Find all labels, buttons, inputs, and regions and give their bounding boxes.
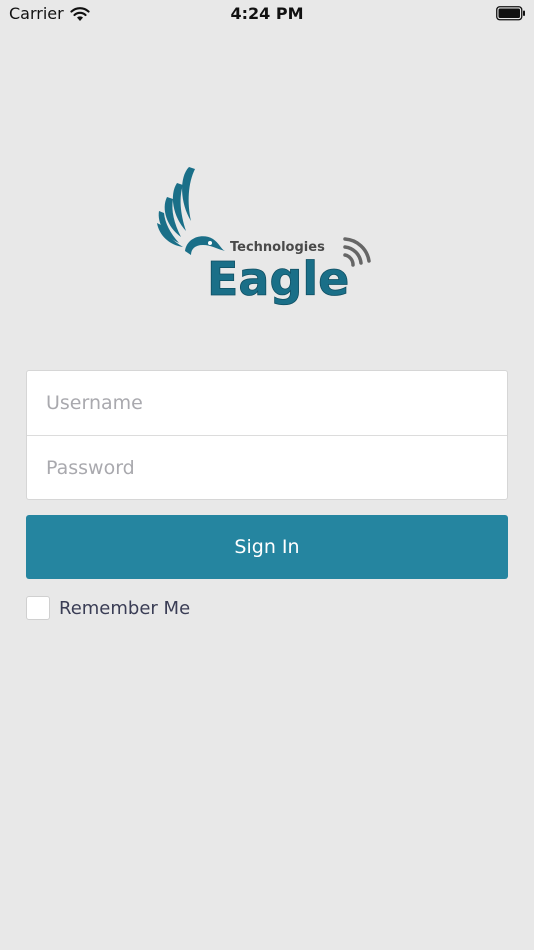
eagle-technologies-logo: Technologies Eagle [155, 165, 380, 315]
remember-me-checkbox[interactable] [26, 596, 50, 620]
username-field-row [27, 371, 507, 435]
sign-in-button[interactable]: Sign In [26, 515, 508, 579]
username-input[interactable] [27, 371, 507, 435]
login-form-card [26, 370, 508, 500]
remember-me-label[interactable]: Remember Me [59, 598, 190, 619]
status-time: 4:24 PM [230, 4, 304, 23]
battery-icon [496, 6, 526, 21]
status-bar: Carrier 4:24 PM [0, 0, 534, 28]
password-input[interactable] [27, 436, 507, 500]
logo-eagle-text: Eagle [207, 252, 349, 306]
password-field-row [27, 435, 507, 500]
remember-me-row[interactable]: Remember Me [26, 594, 190, 622]
